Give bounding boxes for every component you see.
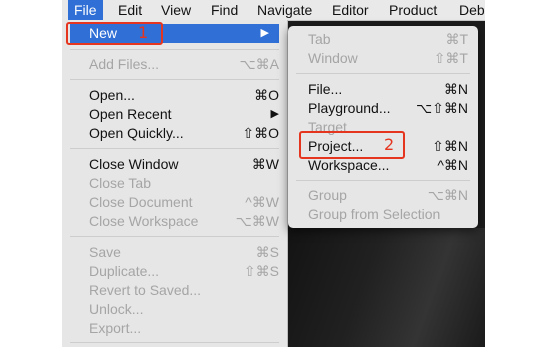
menu-item-shortcut: ⌘T — [445, 31, 468, 47]
menu-item-open-recent[interactable]: Open Recent ▶ — [89, 105, 279, 124]
menu-debug[interactable]: Deb — [453, 0, 485, 20]
menu-item-export: Export... — [89, 319, 279, 338]
menu-item-label: Playground... — [308, 100, 391, 116]
menu-item-label: Close Workspace — [89, 213, 199, 229]
file-menu-dropdown: New ▶ Add Files... ⌥⌘A Open... ⌘O Open R… — [62, 20, 288, 347]
menu-item-label: Unlock... — [89, 301, 144, 317]
menu-separator — [296, 73, 470, 74]
menu-item-label: Close Tab — [89, 175, 152, 191]
submenu-arrow-icon: ▶ — [270, 108, 279, 120]
menu-view[interactable]: View — [155, 0, 197, 20]
menu-item-revert-to-saved: Revert to Saved... — [89, 281, 279, 300]
submenu-item-group-from-selection: Group from Selection — [308, 205, 468, 224]
menu-item-label: Revert to Saved... — [89, 282, 202, 298]
menu-editor[interactable]: Editor — [326, 0, 375, 20]
menu-item-add-files: Add Files... ⌥⌘A — [89, 55, 279, 74]
menu-separator — [70, 79, 279, 80]
callout-box-new — [66, 22, 163, 45]
menu-find[interactable]: Find — [205, 0, 244, 20]
submenu-item-group: Group ⌥⌘N — [308, 186, 468, 205]
menu-item-label: File... — [308, 81, 343, 97]
menu-item-shortcut: ⌘W — [251, 156, 279, 172]
menu-file[interactable]: File — [68, 0, 103, 20]
background-window — [288, 228, 485, 347]
menu-separator — [70, 148, 279, 149]
menu-item-label: Group — [308, 187, 347, 203]
menu-item-shortcut: ⇧⌘O — [242, 125, 279, 141]
menu-item-shortcut: ⇧⌘T — [433, 50, 468, 66]
menu-navigate[interactable]: Navigate — [251, 0, 318, 20]
submenu-arrow-icon: ▶ — [260, 27, 269, 39]
menu-item-label: Save — [89, 244, 121, 260]
xcode-screen: File Edit View Find Navigate Editor Prod… — [62, 0, 485, 347]
menu-item-shortcut: ⌥⌘W — [235, 213, 279, 229]
menu-item-label: Close Document — [89, 194, 193, 210]
submenu-item-tab: Tab ⌘T — [308, 30, 468, 49]
menu-item-label: Duplicate... — [89, 263, 160, 279]
menu-bar: File Edit View Find Navigate Editor Prod… — [62, 0, 485, 21]
menu-edit[interactable]: Edit — [112, 0, 148, 20]
submenu-item-playground[interactable]: Playground... ⌥⇧⌘N — [308, 99, 468, 118]
menu-item-shortcut: ⌘O — [254, 87, 279, 103]
menu-item-label: Open Quickly... — [89, 125, 184, 141]
submenu-item-window: Window ⇧⌘T — [308, 49, 468, 68]
menu-separator — [70, 342, 279, 343]
menu-item-label: Export... — [89, 320, 142, 336]
menu-item-label: Close Window — [89, 156, 179, 172]
menu-item-duplicate: Duplicate... ⇧⌘S — [89, 262, 279, 281]
menu-item-label: Window — [308, 50, 358, 66]
submenu-item-file[interactable]: File... ⌘N — [308, 80, 468, 99]
menu-item-close-tab: Close Tab — [89, 174, 279, 193]
menu-item-label: Tab — [308, 31, 331, 47]
menu-item-shortcut: ^⌘W — [245, 194, 279, 210]
menu-separator — [296, 180, 470, 181]
menu-item-label: Open... — [89, 87, 135, 103]
step-number-2: 2 — [384, 135, 395, 154]
menu-item-label: Group from Selection — [308, 206, 441, 222]
menu-item-shortcut: ⌥⌘A — [239, 56, 279, 72]
menu-product[interactable]: Product — [383, 0, 443, 20]
menu-item-label: Open Recent — [89, 106, 172, 122]
menu-item-shortcut: ⇧⌘S — [243, 263, 279, 279]
menu-item-shortcut: ⌥⇧⌘N — [416, 100, 468, 116]
menu-item-shortcut: ^⌘N — [437, 157, 468, 173]
menu-item-shortcut: ⌥⌘N — [427, 187, 468, 203]
menu-item-shortcut: ⌘S — [255, 244, 279, 260]
menu-item-unlock: Unlock... — [89, 300, 279, 319]
menu-item-close-document: Close Document ^⌘W — [89, 193, 279, 212]
menu-item-shortcut: ⌘N — [443, 81, 468, 97]
menu-separator — [70, 236, 279, 237]
menu-item-label: Add Files... — [89, 56, 160, 72]
new-submenu: Tab ⌘T Window ⇧⌘T File... ⌘N Playground.… — [288, 26, 478, 228]
menu-item-open-quickly[interactable]: Open Quickly... ⇧⌘O — [89, 124, 279, 143]
menu-item-close-workspace: Close Workspace ⌥⌘W — [89, 212, 279, 231]
menu-item-open[interactable]: Open... ⌘O — [89, 86, 279, 105]
menu-item-save: Save ⌘S — [89, 243, 279, 262]
menu-item-shortcut: ⇧⌘N — [432, 138, 468, 154]
step-number-1: 1 — [138, 23, 149, 42]
menu-item-close-window[interactable]: Close Window ⌘W — [89, 155, 279, 174]
menu-separator — [70, 49, 279, 50]
